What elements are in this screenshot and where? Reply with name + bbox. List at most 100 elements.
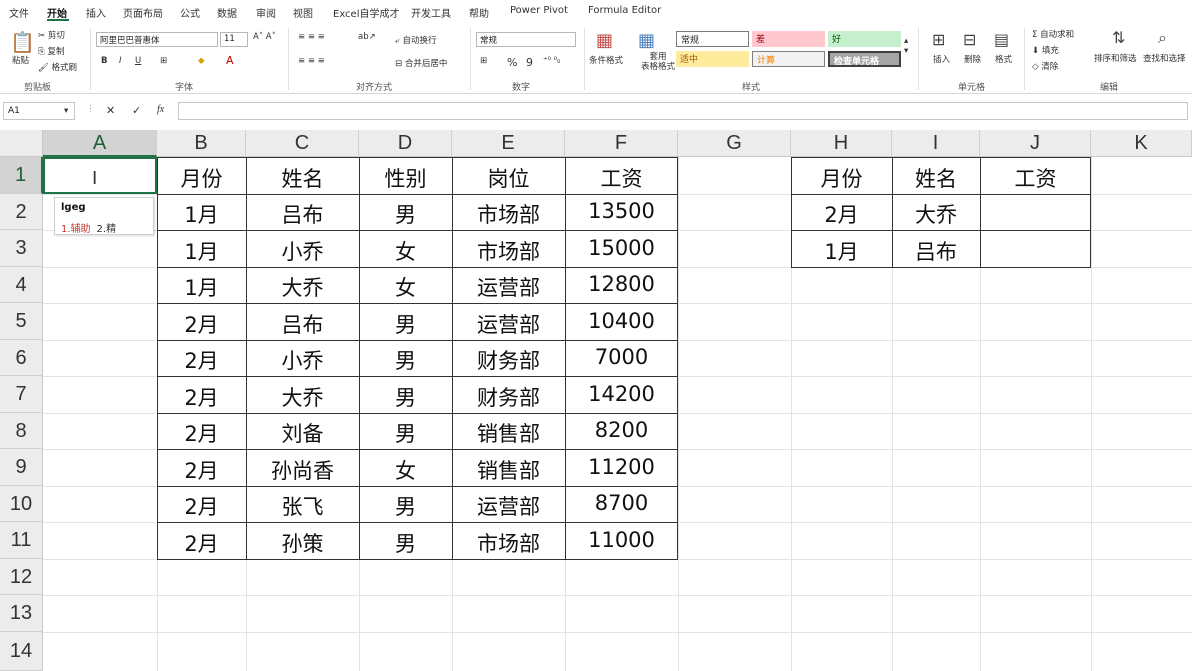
lookup-cell[interactable]: 2月 xyxy=(791,199,892,229)
table-cell[interactable]: 1月 xyxy=(157,272,246,302)
tab-insert[interactable]: 插入 xyxy=(86,5,106,20)
table-cell[interactable]: 财务部 xyxy=(452,382,565,412)
ime-candidate-1[interactable]: 1.辅助 xyxy=(61,224,91,235)
row-header-14[interactable]: 14 xyxy=(0,632,43,671)
table-cell[interactable]: 孙尚香 xyxy=(246,455,359,485)
underline-button[interactable]: U xyxy=(135,56,141,66)
ime-candidate-popup[interactable]: lgeg 1.辅助 2.精 xyxy=(54,197,154,235)
table-cell[interactable]: 运营部 xyxy=(452,309,565,339)
table-cell[interactable]: 小乔 xyxy=(246,345,359,375)
currency-icon[interactable]: ⊞ xyxy=(480,56,487,66)
column-header-a[interactable]: A xyxy=(43,130,157,157)
tab-power-pivot[interactable]: Power Pivot xyxy=(510,5,568,16)
table-cell[interactable]: 运营部 xyxy=(452,272,565,302)
tab-help[interactable]: 帮助 xyxy=(469,5,489,20)
style-bad[interactable]: 差 xyxy=(752,31,825,47)
tab-data[interactable]: 数据 xyxy=(217,5,237,20)
column-header-b[interactable]: B xyxy=(157,130,246,157)
table-cell[interactable]: 2月 xyxy=(157,455,246,485)
table-cell[interactable]: 13500 xyxy=(565,199,678,223)
row-header-11[interactable]: 11 xyxy=(0,522,43,559)
tab-developer[interactable]: 开发工具 xyxy=(411,5,451,20)
row-header-10[interactable]: 10 xyxy=(0,486,43,522)
format-painter-button[interactable]: 🖌 格式刷 xyxy=(38,61,77,73)
orientation-icon[interactable]: ab↗ xyxy=(358,32,376,42)
percent-button[interactable]: % xyxy=(507,56,517,69)
row-header-4[interactable]: 4 xyxy=(0,267,43,303)
lookup-header-month[interactable]: 月份 xyxy=(791,163,892,193)
tab-file[interactable]: 文件 xyxy=(9,5,29,20)
insert-cells-button[interactable]: 插入 xyxy=(933,53,950,65)
paste-button[interactable]: 粘贴 xyxy=(12,54,29,66)
tab-page-layout[interactable]: 页面布局 xyxy=(123,5,163,20)
row-header-13[interactable]: 13 xyxy=(0,595,43,632)
lookup-cell[interactable]: 大乔 xyxy=(892,199,980,229)
header-name[interactable]: 姓名 xyxy=(246,163,359,193)
table-cell[interactable]: 男 xyxy=(359,528,452,558)
column-header-f[interactable]: F xyxy=(565,130,678,157)
table-cell[interactable]: 男 xyxy=(359,309,452,339)
name-box-dropdown-icon[interactable]: ▾ xyxy=(64,106,68,116)
row-header-6[interactable]: 6 xyxy=(0,340,43,376)
table-cell[interactable]: 8200 xyxy=(565,418,678,442)
font-color-icon[interactable]: A xyxy=(226,54,234,67)
table-cell[interactable]: 销售部 xyxy=(452,418,565,448)
tab-excel-self-study[interactable]: Excel自学成才 xyxy=(333,5,400,20)
table-cell[interactable]: 男 xyxy=(359,345,452,375)
lookup-cell[interactable]: 1月 xyxy=(791,236,892,266)
table-cell[interactable]: 大乔 xyxy=(246,272,359,302)
column-header-g[interactable]: G xyxy=(678,130,791,157)
row-header-8[interactable]: 8 xyxy=(0,413,43,449)
conditional-format-button[interactable]: 条件格式 xyxy=(589,54,623,66)
table-cell[interactable]: 张飞 xyxy=(246,491,359,521)
tab-formulas[interactable]: 公式 xyxy=(180,5,200,20)
row-header-5[interactable]: 5 xyxy=(0,303,43,340)
style-neutral[interactable]: 适中 xyxy=(676,51,749,67)
table-cell[interactable]: 孙策 xyxy=(246,528,359,558)
table-cell[interactable]: 男 xyxy=(359,418,452,448)
format-cells-button[interactable]: 格式 xyxy=(995,53,1012,65)
table-cell[interactable]: 市场部 xyxy=(452,236,565,266)
table-cell[interactable]: 小乔 xyxy=(246,236,359,266)
header-salary[interactable]: 工资 xyxy=(565,163,678,193)
find-select-icon[interactable]: ⌕ xyxy=(1158,28,1167,48)
table-cell[interactable]: 2月 xyxy=(157,309,246,339)
table-cell[interactable]: 1月 xyxy=(157,199,246,229)
select-all-corner[interactable] xyxy=(0,130,43,157)
wrap-text-button[interactable]: ⤶ 自动换行 xyxy=(395,34,436,46)
table-cell[interactable]: 10400 xyxy=(565,309,678,333)
comma-button[interactable]: 9 xyxy=(526,56,533,69)
fill-button[interactable]: ⬇ 填充 xyxy=(1032,44,1059,56)
merge-center-button[interactable]: ⊟ 合并后居中 xyxy=(395,57,447,69)
font-name-select[interactable]: 阿里巴巴普惠体 xyxy=(96,32,218,47)
table-cell[interactable]: 男 xyxy=(359,491,452,521)
table-format-icon[interactable]: ▦ xyxy=(638,30,655,51)
table-cell[interactable]: 市场部 xyxy=(452,528,565,558)
decimal-icon[interactable]: ⁺⁰ ⁰₀ xyxy=(543,56,560,66)
table-cell[interactable]: 1月 xyxy=(157,236,246,266)
copy-button[interactable]: ⎘ 复制 xyxy=(38,45,65,57)
table-format-button[interactable]: 套用 表格格式 xyxy=(641,52,675,72)
style-calculation[interactable]: 计算 xyxy=(752,51,825,67)
header-month[interactable]: 月份 xyxy=(157,163,246,193)
table-cell[interactable]: 14200 xyxy=(565,382,678,406)
sort-filter-button[interactable]: 排序和筛选 xyxy=(1094,52,1137,64)
paste-icon[interactable]: 📋 xyxy=(10,30,35,54)
bold-button[interactable]: B xyxy=(101,56,107,66)
table-cell[interactable]: 11200 xyxy=(565,455,678,479)
table-cell[interactable]: 2月 xyxy=(157,345,246,375)
table-cell[interactable]: 2月 xyxy=(157,382,246,412)
table-cell[interactable]: 男 xyxy=(359,382,452,412)
insert-function-button[interactable]: fx xyxy=(157,104,164,115)
align-left-icon[interactable]: ≡ ≡ ≡ xyxy=(298,56,325,66)
confirm-icon[interactable]: ✓ xyxy=(132,104,141,117)
delete-cells-button[interactable]: 删除 xyxy=(964,53,981,65)
table-cell[interactable]: 财务部 xyxy=(452,345,565,375)
table-cell[interactable]: 吕布 xyxy=(246,309,359,339)
lookup-cell[interactable]: 吕布 xyxy=(892,236,980,266)
table-cell[interactable]: 8700 xyxy=(565,491,678,515)
lookup-header-salary[interactable]: 工资 xyxy=(980,163,1091,193)
table-cell[interactable]: 12800 xyxy=(565,272,678,296)
table-cell[interactable]: 女 xyxy=(359,236,452,266)
formula-input[interactable] xyxy=(178,102,1188,120)
